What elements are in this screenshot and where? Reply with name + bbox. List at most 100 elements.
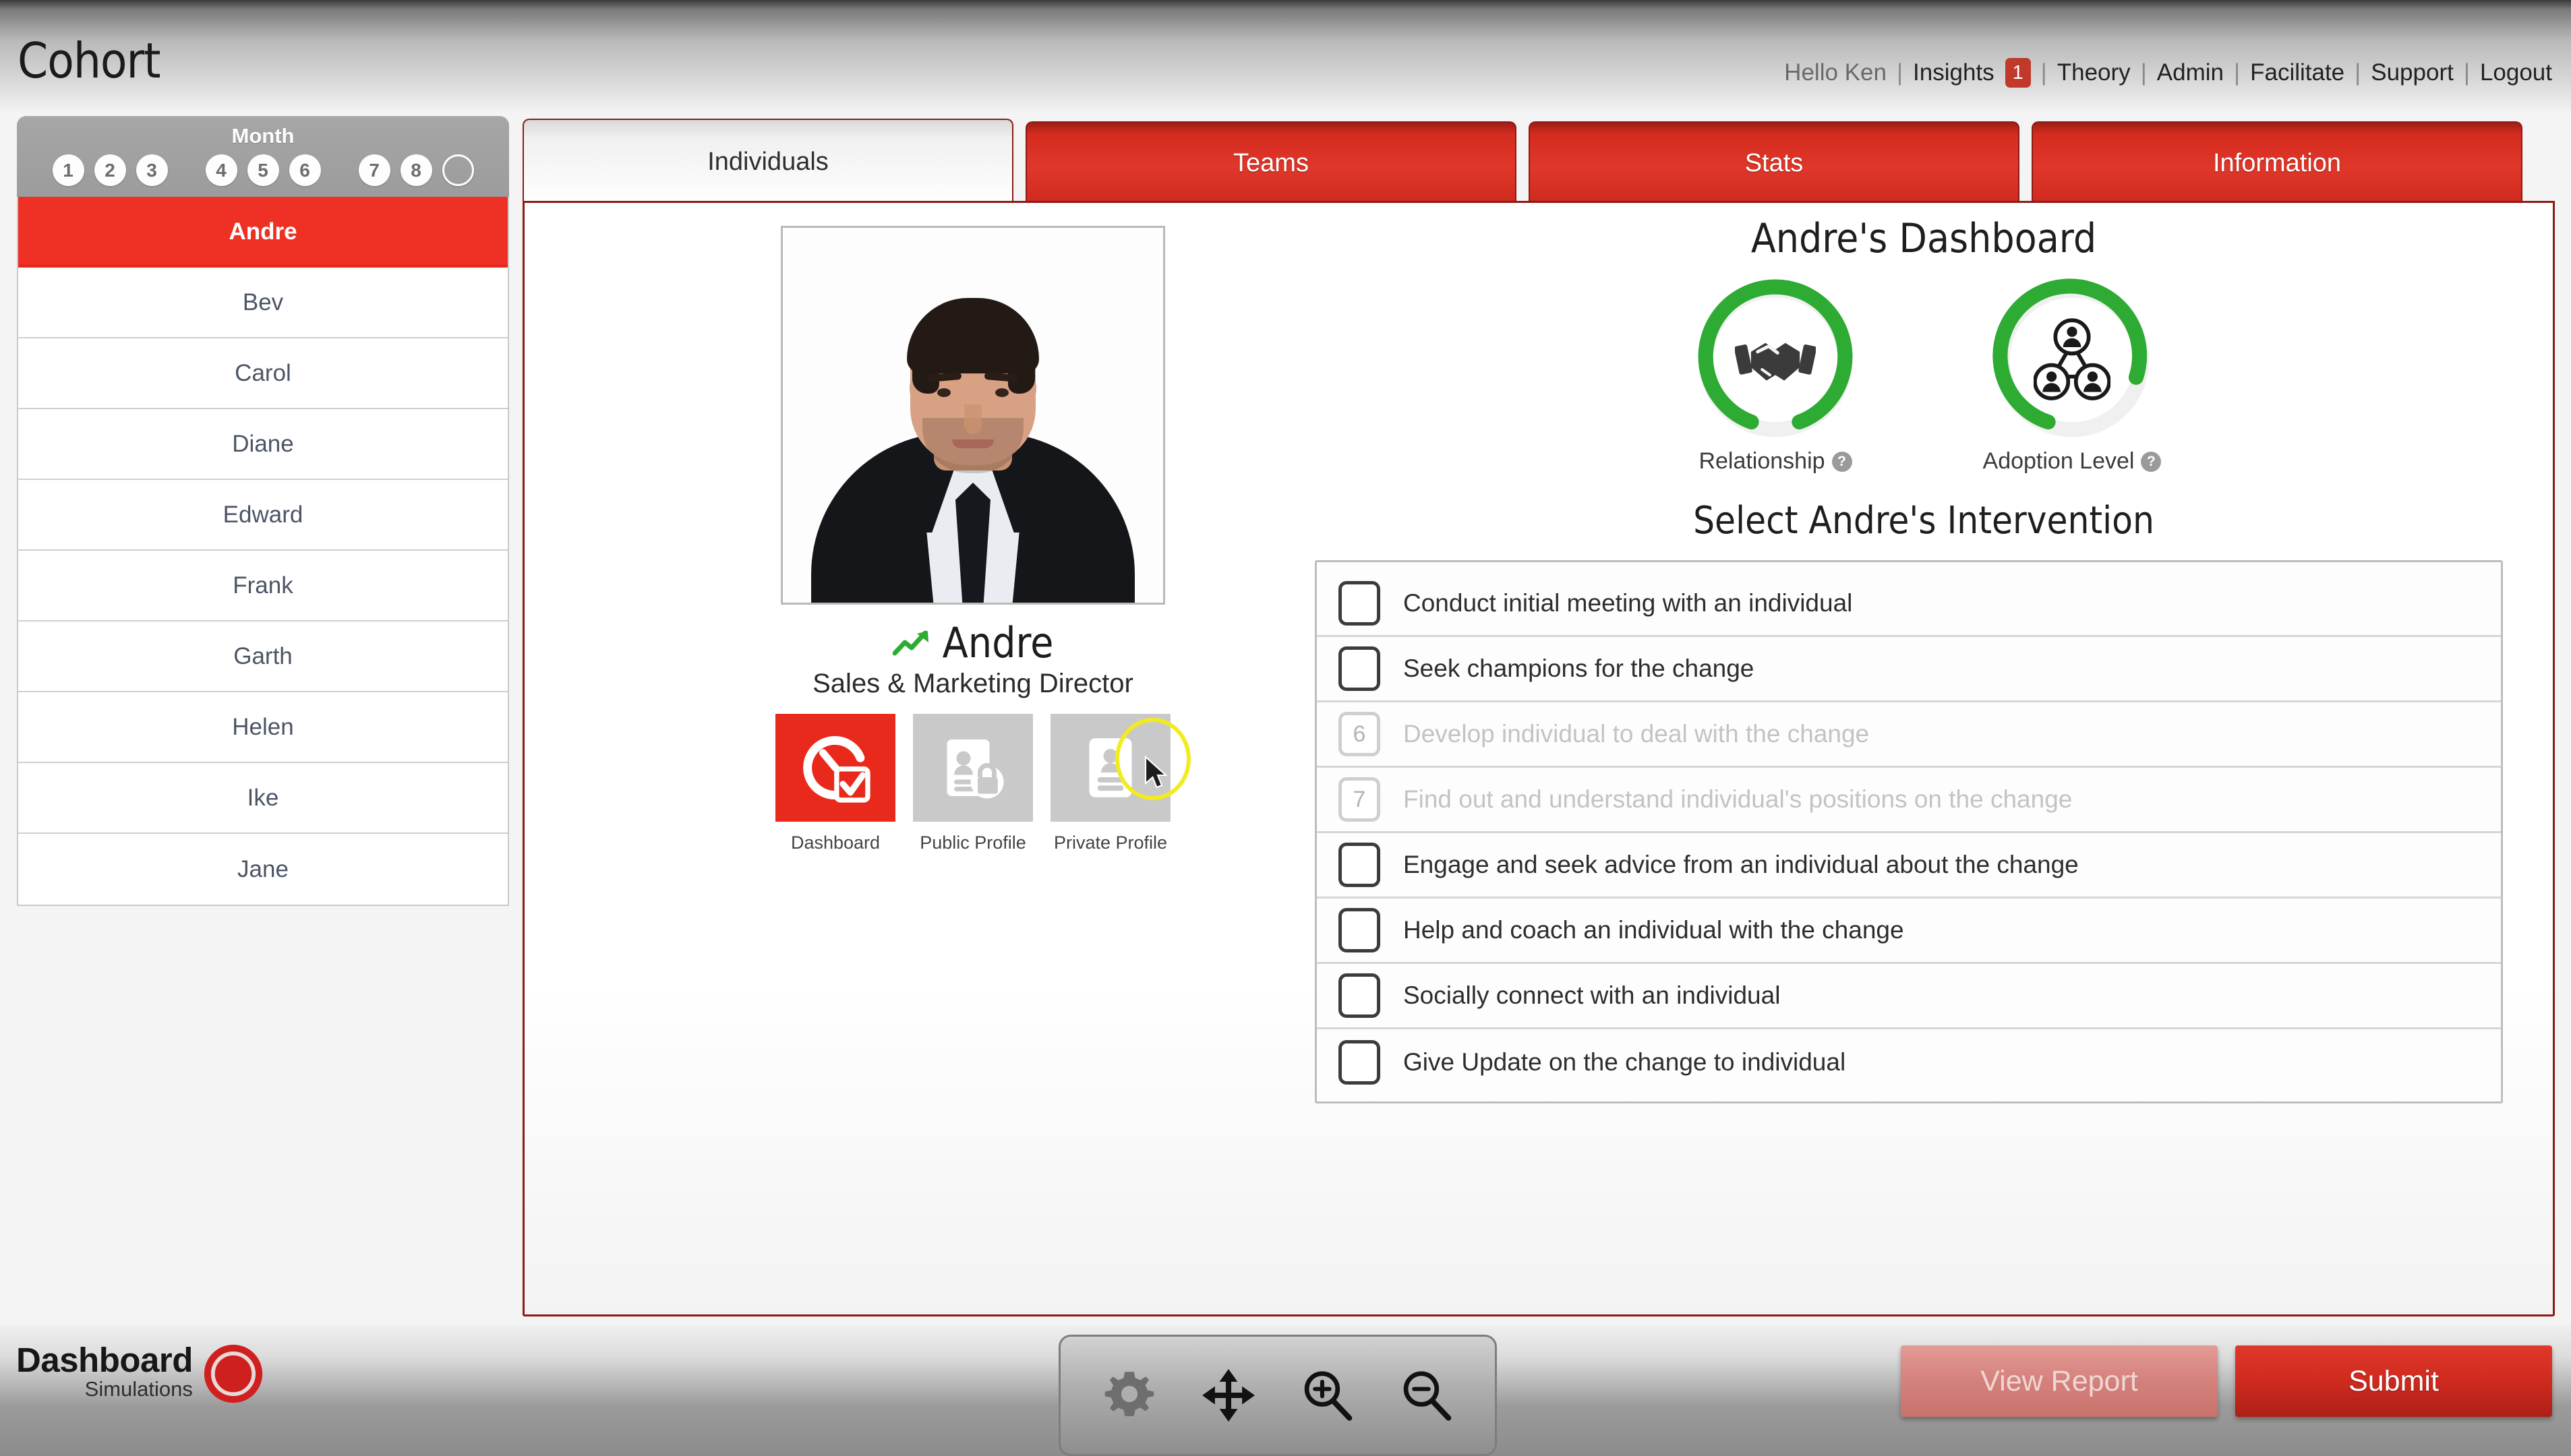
intervention-checkbox[interactable]	[1338, 908, 1380, 952]
month-dot-4[interactable]: 4	[205, 154, 237, 186]
sidebar-item-edward[interactable]: Edward	[18, 480, 508, 551]
mouse-cursor-icon	[1144, 756, 1168, 789]
nav-link-support[interactable]: Support	[2371, 59, 2454, 86]
sidebar-item-frank[interactable]: Frank	[18, 551, 508, 621]
tab-individuals[interactable]: Individuals	[523, 119, 1013, 204]
sidebar-item-jane[interactable]: Jane	[18, 834, 508, 905]
zoom-out-icon	[1403, 1371, 1451, 1421]
intervention-list: Conduct initial meeting with an individu…	[1315, 560, 2503, 1103]
intervention-label: Seek champions for the change	[1403, 655, 1754, 682]
relationship-ring	[1692, 277, 1858, 443]
page-title: Cohort	[18, 32, 161, 89]
intervention-row[interactable]: Give Update on the change to individual	[1317, 1029, 2501, 1095]
app-header: Cohort Hello Ken | Insights 1 | Theory |…	[0, 0, 2571, 113]
footer-action-buttons: View Report Submit	[1901, 1345, 2552, 1417]
network-people-icon	[2034, 318, 2110, 400]
month-dot-3[interactable]: 3	[136, 154, 168, 186]
intervention-label: Socially connect with an individual	[1403, 981, 1781, 1009]
intervention-row[interactable]: Seek champions for the change	[1317, 637, 2501, 702]
sidebar-item-carol[interactable]: Carol	[18, 338, 508, 409]
profile-name: Andre	[942, 618, 1054, 667]
gear-icon	[1104, 1372, 1154, 1416]
gauge-adoption-level[interactable]: Adoption Level ?	[1968, 277, 2177, 475]
nav-link-facilitate[interactable]: Facilitate	[2250, 59, 2344, 86]
month-dot-8[interactable]: 8	[400, 154, 432, 186]
intervention-checkbox[interactable]	[1338, 646, 1380, 691]
profile-role: Sales & Marketing Director	[812, 669, 1133, 698]
month-dot-1[interactable]: 1	[52, 154, 84, 186]
intervention-title: Select Andre's Intervention	[1693, 499, 2154, 543]
private-profile-caption: Private Profile	[1053, 832, 1168, 853]
intervention-checkbox[interactable]	[1338, 843, 1380, 887]
zoom-out-button[interactable]	[1395, 1364, 1458, 1427]
adoption-label: Adoption Level	[1982, 448, 2135, 474]
public-profile-button[interactable]: Public Profile	[913, 714, 1033, 853]
settings-button[interactable]	[1098, 1364, 1161, 1427]
tab-teams[interactable]: Teams	[1026, 121, 1516, 204]
view-report-button[interactable]: View Report	[1901, 1345, 2218, 1417]
intervention-checkbox[interactable]	[1338, 581, 1380, 626]
intervention-row-disabled: 6 Develop individual to deal with the ch…	[1317, 702, 2501, 768]
month-selector-label: Month	[231, 124, 295, 148]
nav-separator: |	[2234, 59, 2241, 86]
insights-badge[interactable]: 1	[2005, 58, 2031, 88]
relationship-help-icon[interactable]: ?	[1831, 451, 1852, 472]
intervention-label: Find out and understand individual's pos…	[1403, 785, 2073, 813]
pan-button[interactable]	[1197, 1364, 1260, 1427]
intervention-checkbox-disabled: 6	[1338, 712, 1380, 756]
intervention-row[interactable]: Conduct initial meeting with an individu…	[1317, 572, 2501, 637]
intervention-row[interactable]: Engage and seek advice from an individua…	[1317, 833, 2501, 899]
play-circle-logo-icon	[204, 1344, 263, 1403]
sidebar-item-garth[interactable]: Garth	[18, 621, 508, 692]
nav-link-insights[interactable]: Insights	[1913, 59, 1994, 86]
nav-link-admin[interactable]: Admin	[2157, 59, 2224, 86]
dashboard-caption: Dashboard	[790, 832, 881, 853]
avatar	[781, 226, 1165, 605]
app-footer: Dashboard Simulations View Report Submit	[0, 1325, 2571, 1456]
zoom-in-button[interactable]	[1296, 1364, 1359, 1427]
intervention-label: Engage and seek advice from an individua…	[1403, 851, 2079, 878]
relationship-label: Relationship	[1698, 448, 1825, 474]
month-dot-6[interactable]: 6	[289, 154, 321, 186]
nav-link-logout[interactable]: Logout	[2480, 59, 2552, 86]
dashboard-tile[interactable]	[775, 714, 895, 822]
sidebar-item-bev[interactable]: Bev	[18, 268, 508, 338]
month-dot-row: 1 2 3 4 5 6 7 8	[17, 154, 509, 186]
sidebar-item-ike[interactable]: Ike	[18, 763, 508, 834]
tab-stats[interactable]: Stats	[1529, 121, 2019, 204]
gauge-relationship[interactable]: Relationship ?	[1671, 277, 1880, 475]
profile-name-row: Andre	[740, 618, 1206, 667]
brand-logo: Dashboard Simulations	[16, 1337, 264, 1405]
intervention-checkbox[interactable]	[1338, 1039, 1380, 1085]
handshake-icon	[1735, 342, 1816, 381]
nav-separator: |	[2355, 59, 2361, 86]
month-dot-7[interactable]: 7	[358, 154, 390, 186]
tab-information[interactable]: Information	[2032, 121, 2522, 204]
canvas-toolbar	[1059, 1335, 1497, 1456]
intervention-row[interactable]: Help and coach an individual with the ch…	[1317, 899, 2501, 964]
logo-secondary-text: Simulations	[84, 1377, 193, 1401]
trend-up-icon	[892, 630, 928, 655]
intervention-row[interactable]: Socially connect with an individual	[1317, 964, 2501, 1029]
nav-separator: |	[1896, 59, 1903, 86]
nav-separator: |	[2140, 59, 2147, 86]
dashboard-button[interactable]: Dashboard	[775, 714, 895, 853]
month-dot-2[interactable]: 2	[94, 154, 126, 186]
people-list: Andre Bev Carol Diane Edward Frank Garth…	[17, 197, 509, 906]
month-dot-empty[interactable]	[442, 154, 474, 186]
nav-link-theory[interactable]: Theory	[2057, 59, 2131, 86]
dashboard-title: Andre's Dashboard	[1750, 215, 2097, 262]
public-profile-tile[interactable]	[913, 714, 1033, 822]
sidebar-item-diane[interactable]: Diane	[18, 409, 508, 480]
adoption-help-icon[interactable]: ?	[2141, 451, 2162, 472]
sidebar-item-helen[interactable]: Helen	[18, 692, 508, 763]
gauge-check-icon	[803, 735, 870, 803]
intervention-label: Give Update on the change to individual	[1403, 1048, 1846, 1076]
intervention-checkbox[interactable]	[1338, 973, 1380, 1018]
intervention-label: Develop individual to deal with the chan…	[1403, 720, 1870, 748]
intervention-label: Help and coach an individual with the ch…	[1403, 916, 1904, 944]
submit-button[interactable]: Submit	[2235, 1345, 2552, 1417]
sidebar-item-andre[interactable]: Andre	[18, 197, 508, 268]
dashboard-column: Andre's Dashboard Relationship ? Adoptio…	[1315, 215, 2534, 1103]
month-dot-5[interactable]: 5	[247, 154, 279, 186]
